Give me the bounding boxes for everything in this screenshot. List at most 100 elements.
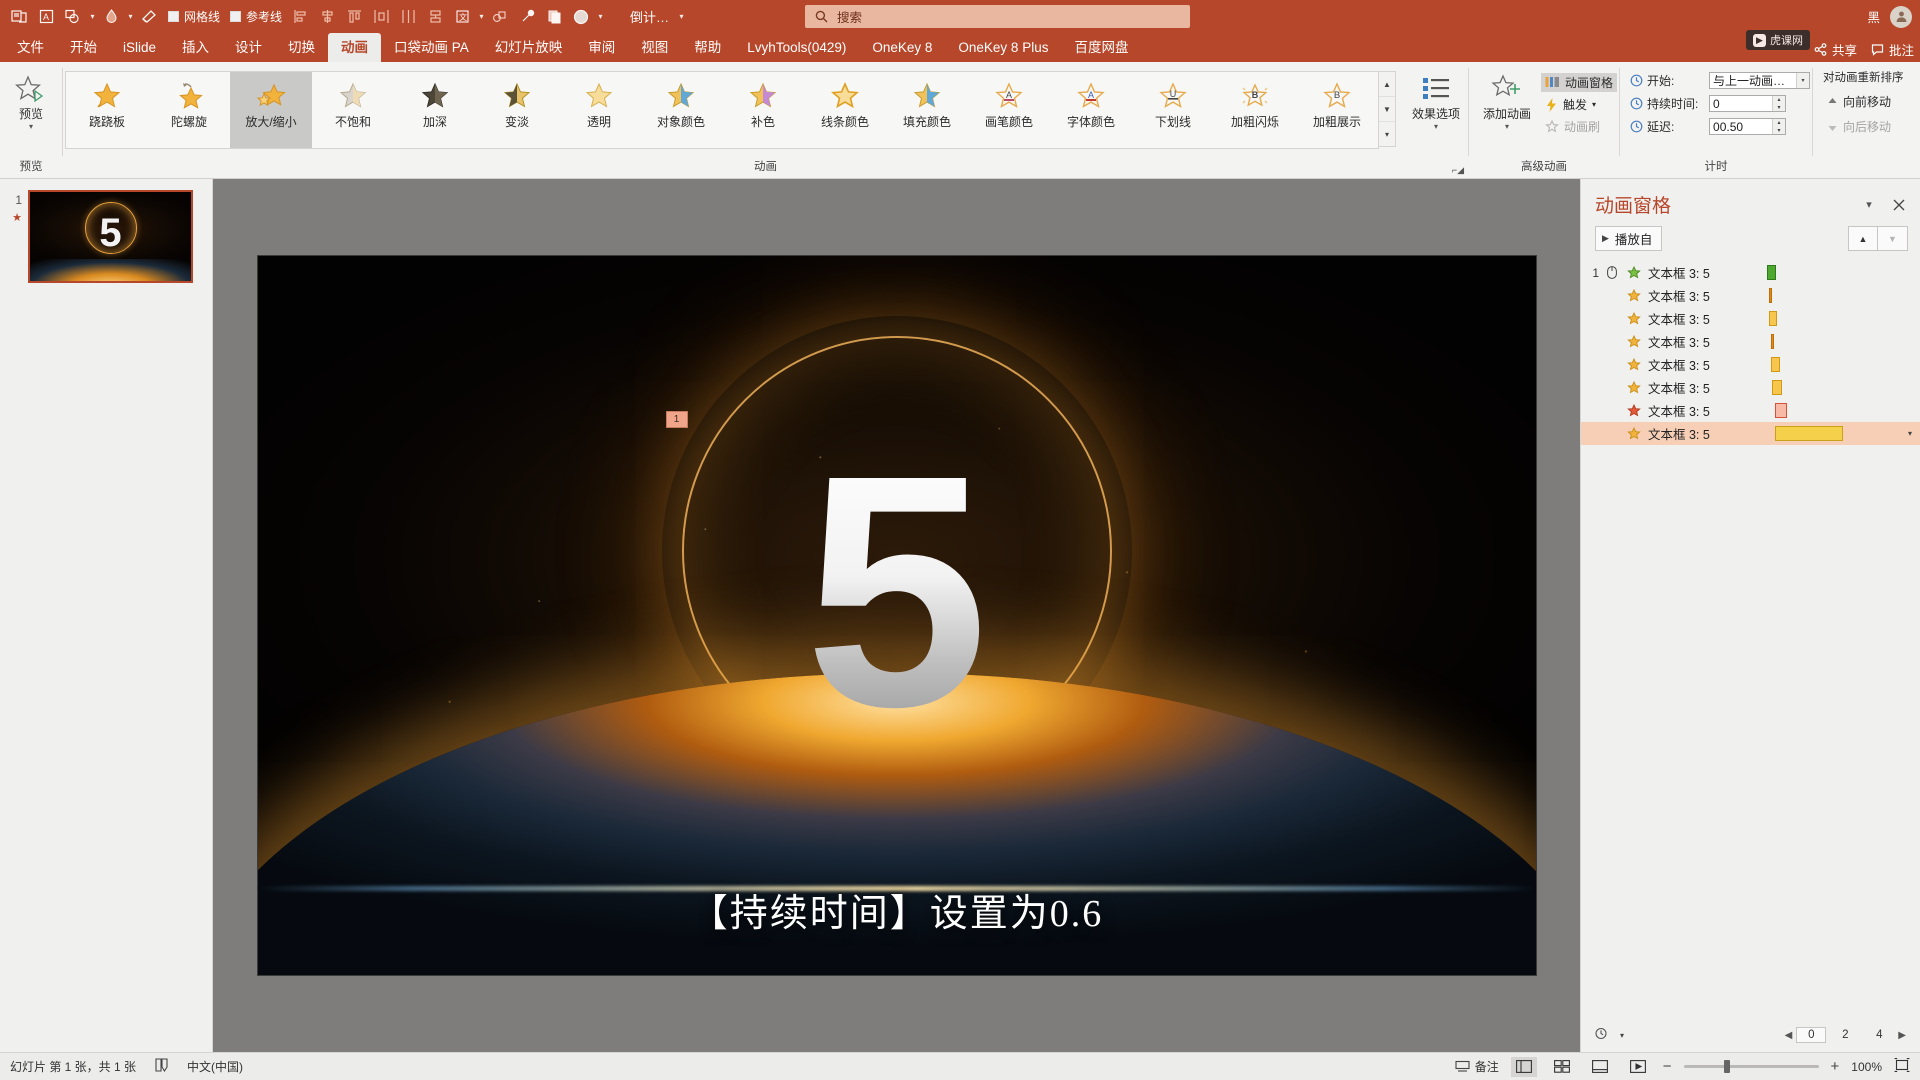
duration-stepper[interactable]: ▴▾	[1709, 95, 1787, 112]
animation-list-item[interactable]: 文本框 3: 5	[1581, 376, 1920, 399]
tab-design[interactable]: 设计	[222, 33, 275, 62]
align-top-icon[interactable]	[341, 5, 367, 29]
align-center-icon[interactable]	[314, 5, 340, 29]
anim-timeline-bar[interactable]	[1772, 380, 1782, 395]
animation-list-item[interactable]: 文本框 3: 5	[1581, 307, 1920, 330]
move-up-button[interactable]: ▲	[1848, 226, 1878, 251]
search-box[interactable]: 搜索	[805, 5, 1190, 28]
gallery-item-darken[interactable]: 加深	[394, 72, 476, 148]
prev-arrow-icon[interactable]: ◀	[1785, 1030, 1793, 1041]
guides-toggle[interactable]: 参考线	[225, 6, 287, 27]
tab-view[interactable]: 视图	[628, 33, 681, 62]
chevron-down-icon[interactable]: ▾	[87, 5, 98, 29]
gallery-item-bold-reveal[interactable]: B 加粗展示	[1296, 72, 1378, 148]
animation-list-item[interactable]: 文本框 3: 5	[1581, 353, 1920, 376]
gallery-item-brush-color[interactable]: A 画笔颜色	[968, 72, 1050, 148]
chevron-down-icon[interactable]: ▾	[1434, 123, 1438, 131]
zoom-out-button[interactable]: −	[1663, 1058, 1672, 1075]
tab-onekey8[interactable]: OneKey 8	[859, 33, 945, 62]
avatar[interactable]	[1890, 5, 1912, 28]
chevron-down-icon[interactable]: ▾	[29, 123, 33, 131]
gallery-item-seesaw[interactable]: 跷跷板	[66, 72, 148, 148]
guides-checkbox[interactable]	[230, 11, 242, 22]
gallery-item-line-color[interactable]: 线条颜色	[804, 72, 886, 148]
tab-transitions[interactable]: 切换	[275, 33, 328, 62]
align-left-icon[interactable]	[287, 5, 313, 29]
gridlines-checkbox[interactable]	[168, 11, 179, 22]
animation-gallery[interactable]: 跷跷板 陀螺旋 放大/缩小 不饱和 加深 变淡 透明 对象颜色 补色 线条颜色 …	[65, 71, 1379, 149]
zoom-slider[interactable]	[1683, 1060, 1819, 1073]
anim-timeline-bar[interactable]	[1771, 357, 1780, 372]
chevron-down-icon[interactable]: ▾	[1620, 1031, 1624, 1040]
slide-thumbnail[interactable]: 5	[28, 190, 193, 283]
tab-lvyhtools[interactable]: LvyhTools(0429)	[734, 33, 859, 62]
delay-value[interactable]	[1710, 119, 1773, 134]
tab-slideshow[interactable]: 幻灯片放映	[482, 33, 576, 62]
anim-timeline-bar[interactable]	[1769, 311, 1777, 326]
chevron-down-icon[interactable]: ▾	[1505, 123, 1509, 131]
add-animation-button[interactable]: 添加动画 ▾	[1477, 69, 1537, 131]
start-value[interactable]	[1710, 73, 1797, 88]
close-icon[interactable]	[1888, 194, 1910, 216]
animation-list-item[interactable]: 1 文本框 3: 5	[1581, 261, 1920, 284]
fit-slide-icon[interactable]	[1894, 1058, 1910, 1075]
gridlines-toggle[interactable]: 网格线	[163, 6, 225, 27]
gallery-item-bold-flash[interactable]: B 加粗闪烁	[1214, 72, 1296, 148]
gallery-item-font-color[interactable]: A 字体颜色	[1050, 72, 1132, 148]
accessibility-icon[interactable]	[154, 1058, 169, 1075]
move-down-button[interactable]: ▼	[1878, 226, 1908, 251]
tab-file[interactable]: 文件	[4, 33, 57, 62]
zoom-level[interactable]: 100%	[1851, 1060, 1882, 1074]
gallery-item-complementary[interactable]: 补色	[722, 72, 804, 148]
gallery-item-fill-color[interactable]: 填充颜色	[886, 72, 968, 148]
gallery-item-lighten[interactable]: 变淡	[476, 72, 558, 148]
gallery-item-desaturate[interactable]: 不饱和	[312, 72, 394, 148]
notes-button[interactable]: 备注	[1455, 1058, 1499, 1075]
distribute-v-icon[interactable]	[395, 5, 421, 29]
chevron-down-icon[interactable]: ▾	[1592, 100, 1596, 109]
animation-painter-button[interactable]: 动画刷	[1541, 117, 1617, 136]
anim-timeline-bar[interactable]	[1771, 334, 1774, 349]
animation-pane-button[interactable]: 动画窗格	[1541, 73, 1618, 92]
slide-canvas[interactable]: 1 5 【持续时间】设置为0.6	[257, 256, 1536, 975]
move-later-button[interactable]: 向后移动	[1823, 117, 1895, 136]
slide-sorter-icon[interactable]	[1549, 1057, 1575, 1077]
delay-stepper[interactable]: ▴▾	[1709, 118, 1787, 135]
tab-baidu-netdisk[interactable]: 百度网盘	[1061, 33, 1141, 62]
tab-pocket-animation[interactable]: 口袋动画 PA	[381, 33, 482, 62]
eyedropper-icon[interactable]	[514, 5, 540, 29]
anim-timeline-bar[interactable]	[1775, 403, 1787, 418]
tab-onekey8plus[interactable]: OneKey 8 Plus	[945, 33, 1061, 62]
gallery-scroll-down[interactable]: ▼	[1379, 97, 1395, 122]
animation-list-item-selected[interactable]: 文本框 3: 5 ▾	[1581, 422, 1920, 445]
slideshow-icon[interactable]	[1625, 1057, 1651, 1077]
seconds-icon[interactable]	[1595, 1027, 1610, 1043]
tab-insert[interactable]: 插入	[169, 33, 222, 62]
chevron-down-icon[interactable]: ▾	[1908, 429, 1912, 438]
zoom-in-button[interactable]: +	[1831, 1058, 1840, 1075]
duplicate-icon[interactable]	[541, 5, 567, 29]
tab-islide[interactable]: iSlide	[110, 33, 169, 62]
animation-list-item[interactable]: 文本框 3: 5	[1581, 399, 1920, 422]
anim-timeline-bar[interactable]	[1769, 288, 1772, 303]
gallery-more[interactable]: ▾	[1379, 122, 1395, 146]
tab-animations[interactable]: 动画	[328, 33, 382, 62]
chevron-down-icon[interactable]: ▾	[1858, 194, 1880, 216]
fill-color-icon[interactable]	[98, 5, 124, 29]
distribute-h-icon[interactable]	[368, 5, 394, 29]
chevron-down-icon[interactable]: ▾	[676, 5, 687, 29]
animation-tag[interactable]: 1	[665, 411, 688, 428]
gallery-scroll-up[interactable]: ▲	[1379, 72, 1395, 97]
animation-list[interactable]: 1 文本框 3: 5 文本框 3: 5 文本框 3: 5 文本框 3: 5 文本…	[1581, 257, 1920, 1018]
animation-list-item[interactable]: 文本框 3: 5	[1581, 284, 1920, 307]
trigger-button[interactable]: 触发 ▾	[1541, 95, 1617, 114]
comments-button[interactable]: 批注	[1871, 40, 1914, 59]
animation-dialog-launcher[interactable]: ⌐◢	[1452, 165, 1464, 176]
tab-home[interactable]: 开始	[57, 33, 110, 62]
thumbnail-row[interactable]: 1 ★ 5	[0, 190, 212, 283]
tab-review[interactable]: 审阅	[575, 33, 628, 62]
duration-spin-buttons[interactable]: ▴ ▾	[1772, 96, 1786, 111]
preview-button[interactable]: 预览 ▾	[2, 69, 60, 131]
start-select[interactable]: ▾	[1709, 72, 1811, 89]
share-button[interactable]: 共享	[1814, 40, 1857, 59]
